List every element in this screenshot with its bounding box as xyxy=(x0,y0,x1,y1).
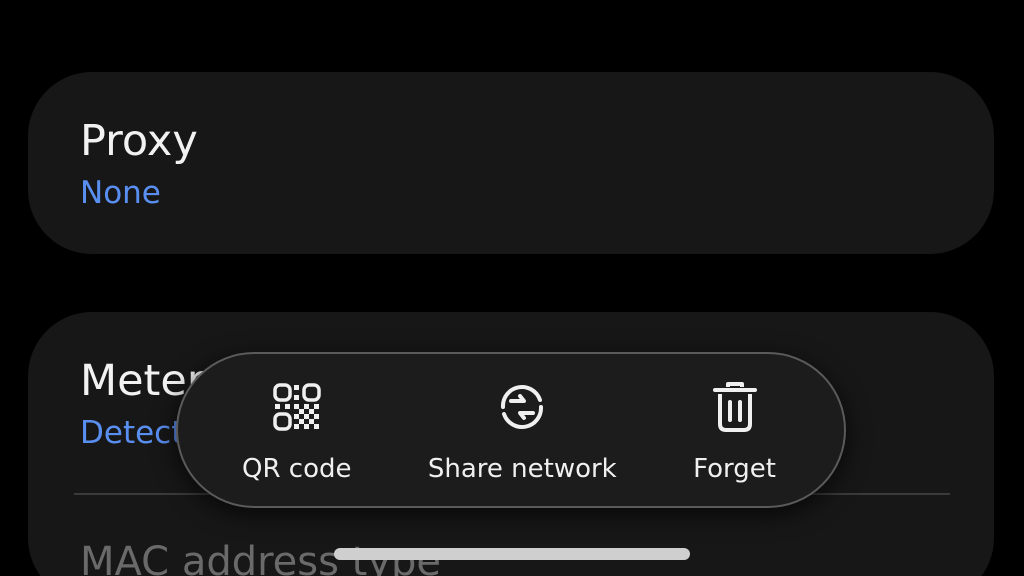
share-network-label: Share network xyxy=(427,454,617,484)
wifi-network-settings-screen: Proxy None Metered network Detect automa… xyxy=(0,0,1024,576)
proxy-title: Proxy xyxy=(80,116,198,166)
qr-code-label: QR code xyxy=(242,454,352,484)
forget-button[interactable]: Forget xyxy=(693,375,776,485)
proxy-card: Proxy None xyxy=(28,72,994,254)
share-network-icon xyxy=(494,379,550,435)
forget-label: Forget xyxy=(693,454,776,484)
navigation-handle[interactable] xyxy=(334,548,690,560)
proxy-setting[interactable]: Proxy None xyxy=(80,116,198,212)
qr-code-button[interactable]: QR code xyxy=(242,375,352,485)
network-action-bar: QR code Share network Forget xyxy=(176,352,846,508)
proxy-value: None xyxy=(80,175,161,211)
share-network-button[interactable]: Share network xyxy=(428,375,617,485)
trash-icon xyxy=(707,379,763,435)
qr-code-icon xyxy=(269,379,325,435)
